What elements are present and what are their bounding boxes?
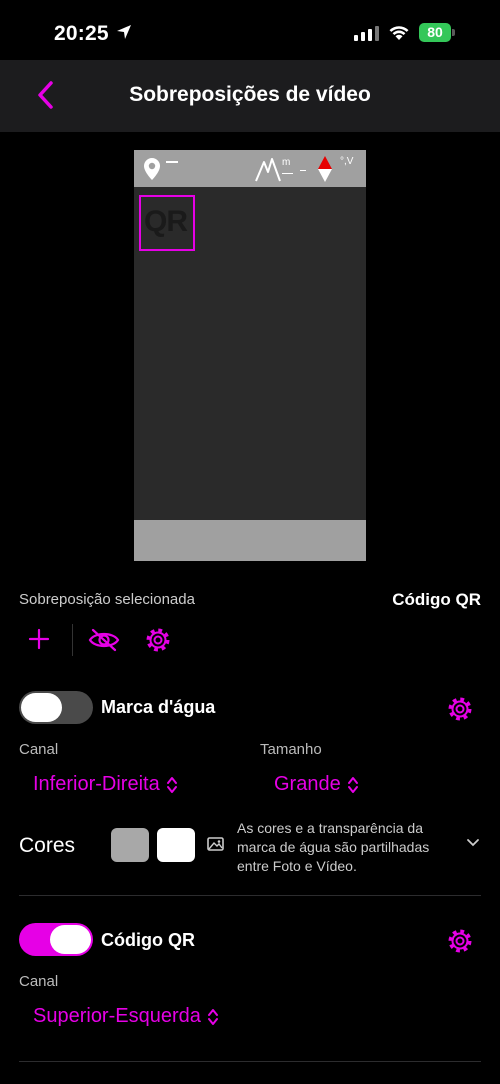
wifi-icon xyxy=(389,26,409,40)
preview-top-bar: m °,V xyxy=(134,150,366,187)
compass-icon xyxy=(318,156,332,182)
watermark-size-value: Grande xyxy=(274,773,341,795)
qr-code-overlay[interactable]: QR xyxy=(139,195,195,251)
watermark-settings-gear-icon[interactable] xyxy=(447,696,473,722)
preview-speed-unit: °,V xyxy=(340,156,354,167)
cellular-signal-icon xyxy=(354,26,379,41)
hide-overlay-eye-slash-icon[interactable] xyxy=(88,628,120,652)
image-icon[interactable] xyxy=(207,837,224,851)
color-swatch-primary[interactable] xyxy=(111,828,149,862)
location-pin-icon xyxy=(144,158,160,180)
preview-dash xyxy=(300,170,306,171)
status-bar: 20:25 80 xyxy=(0,0,500,60)
watermark-label: Marca d'água xyxy=(101,697,216,717)
colors-label: Cores xyxy=(19,834,76,857)
add-overlay-icon[interactable] xyxy=(28,628,50,650)
battery-indicator: 80 xyxy=(419,23,451,42)
status-time: 20:25 xyxy=(54,22,109,45)
battery-tip xyxy=(452,29,455,36)
selected-overlay-value: Código QR xyxy=(392,590,481,609)
watermark-toggle[interactable] xyxy=(19,691,93,724)
chevron-up-down-icon xyxy=(166,776,177,793)
qr-settings-gear-icon[interactable] xyxy=(447,928,473,954)
overlay-settings-gear-icon[interactable] xyxy=(145,627,171,653)
actions-divider xyxy=(72,624,73,656)
qr-channel-label: Canal xyxy=(19,973,59,990)
chevron-up-down-icon xyxy=(347,776,358,793)
watermark-size-label: Tamanho xyxy=(260,741,322,758)
watermark-size-picker[interactable]: Grande xyxy=(274,773,359,796)
video-preview: m °,V QR xyxy=(134,150,366,561)
color-swatch-secondary[interactable] xyxy=(157,828,195,862)
toggle-knob xyxy=(50,925,91,954)
navigation-bar: Sobreposições de vídeo xyxy=(0,60,500,132)
chevron-up-down-icon xyxy=(207,1008,218,1025)
section-divider xyxy=(19,1061,481,1062)
section-divider xyxy=(19,895,481,896)
qr-channel-picker[interactable]: Superior-Esquerda xyxy=(33,1005,219,1028)
toggle-knob xyxy=(21,693,62,722)
watermark-channel-picker[interactable]: Inferior-Direita xyxy=(33,773,178,796)
preview-altitude-unit: m xyxy=(282,157,291,168)
location-arrow-icon xyxy=(117,25,131,39)
watermark-channel-label: Canal xyxy=(19,741,59,758)
preview-location-placeholder xyxy=(166,161,178,163)
qr-code-label: Código QR xyxy=(101,930,195,950)
watermark-channel-value: Inferior-Direita xyxy=(33,773,160,795)
page-title: Sobreposições de vídeo xyxy=(129,83,371,106)
qr-code-toggle[interactable] xyxy=(19,923,93,956)
qr-channel-value: Superior-Esquerda xyxy=(33,1005,201,1027)
colors-note: As cores e a transparência da marca de á… xyxy=(237,820,430,874)
preview-bottom-bar xyxy=(134,520,366,561)
selected-overlay-label: Sobreposição selecionada xyxy=(19,591,195,608)
chevron-down-icon[interactable] xyxy=(466,838,480,848)
qr-placeholder-text: QR xyxy=(144,205,188,238)
mountain-icon xyxy=(255,158,281,182)
preview-altitude-placeholder xyxy=(282,173,293,174)
